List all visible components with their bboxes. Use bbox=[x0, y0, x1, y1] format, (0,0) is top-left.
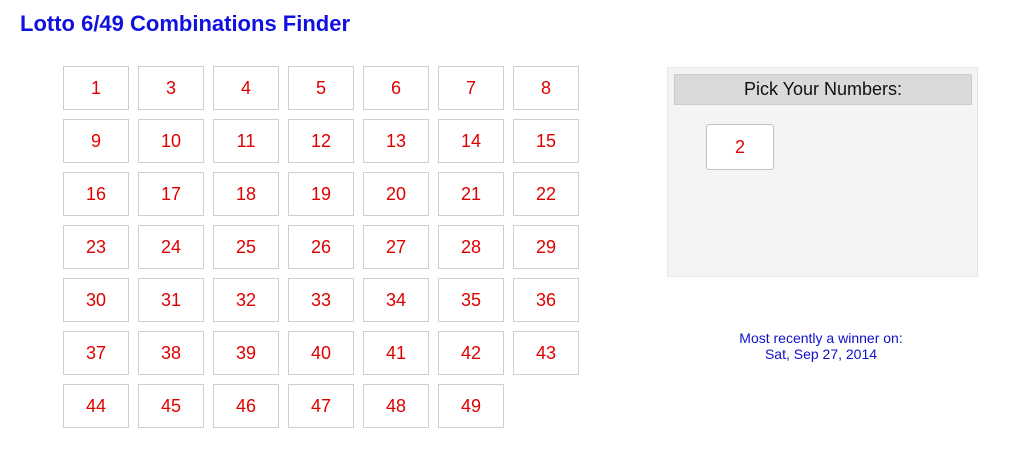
number-cell-47[interactable]: 47 bbox=[288, 384, 354, 428]
number-cell-46[interactable]: 46 bbox=[213, 384, 279, 428]
number-cell-45[interactable]: 45 bbox=[138, 384, 204, 428]
number-cell-26[interactable]: 26 bbox=[288, 225, 354, 269]
number-cell-32[interactable]: 32 bbox=[213, 278, 279, 322]
number-cell-39[interactable]: 39 bbox=[213, 331, 279, 375]
number-cell-17[interactable]: 17 bbox=[138, 172, 204, 216]
winner-info-label: Most recently a winner on: bbox=[739, 330, 903, 346]
number-cell-13[interactable]: 13 bbox=[363, 119, 429, 163]
number-cell-44[interactable]: 44 bbox=[63, 384, 129, 428]
number-cell-41[interactable]: 41 bbox=[363, 331, 429, 375]
number-cell-16[interactable]: 16 bbox=[63, 172, 129, 216]
number-cell-12[interactable]: 12 bbox=[288, 119, 354, 163]
number-cell-5[interactable]: 5 bbox=[288, 66, 354, 110]
number-cell-24[interactable]: 24 bbox=[138, 225, 204, 269]
number-cell-23[interactable]: 23 bbox=[63, 225, 129, 269]
number-cell-19[interactable]: 19 bbox=[288, 172, 354, 216]
number-cell-11[interactable]: 11 bbox=[213, 119, 279, 163]
number-cell-30[interactable]: 30 bbox=[63, 278, 129, 322]
number-cell-27[interactable]: 27 bbox=[363, 225, 429, 269]
number-cell-22[interactable]: 22 bbox=[513, 172, 579, 216]
number-cell-3[interactable]: 3 bbox=[138, 66, 204, 110]
number-cell-8[interactable]: 8 bbox=[513, 66, 579, 110]
number-cell-21[interactable]: 21 bbox=[438, 172, 504, 216]
number-grid: 1 3 4 5 6 7 8 9 10 11 12 13 14 15 16 17 18 19 20 21 22 23 24 25… bbox=[63, 66, 583, 428]
number-cell-1[interactable]: 1 bbox=[63, 66, 129, 110]
number-cell-15[interactable]: 15 bbox=[513, 119, 579, 163]
number-cell-14[interactable]: 14 bbox=[438, 119, 504, 163]
number-cell-31[interactable]: 31 bbox=[138, 278, 204, 322]
number-cell-40[interactable]: 40 bbox=[288, 331, 354, 375]
winner-info-date: Sat, Sep 27, 2014 bbox=[764, 346, 878, 362]
number-cell-36[interactable]: 36 bbox=[513, 278, 579, 322]
winner-info: Most recently a winner on: Sat, Sep 27, … bbox=[668, 330, 974, 362]
picked-number-1[interactable]: 2 bbox=[706, 124, 774, 170]
number-cell-18[interactable]: 18 bbox=[213, 172, 279, 216]
page-title: Lotto 6/49 Combinations Finder bbox=[20, 11, 351, 36]
number-cell-10[interactable]: 10 bbox=[138, 119, 204, 163]
number-cell-34[interactable]: 34 bbox=[363, 278, 429, 322]
number-cell-28[interactable]: 28 bbox=[438, 225, 504, 269]
number-cell-35[interactable]: 35 bbox=[438, 278, 504, 322]
number-cell-38[interactable]: 38 bbox=[138, 331, 204, 375]
number-cell-37[interactable]: 37 bbox=[63, 331, 129, 375]
number-cell-29[interactable]: 29 bbox=[513, 225, 579, 269]
number-cell-6[interactable]: 6 bbox=[363, 66, 429, 110]
number-cell-49[interactable]: 49 bbox=[438, 384, 504, 428]
number-cell-33[interactable]: 33 bbox=[288, 278, 354, 322]
number-cell-42[interactable]: 42 bbox=[438, 331, 504, 375]
pick-numbers-panel: Pick Your Numbers: 2 bbox=[667, 67, 978, 277]
number-cell-25[interactable]: 25 bbox=[213, 225, 279, 269]
number-cell-43[interactable]: 43 bbox=[513, 331, 579, 375]
number-cell-9[interactable]: 9 bbox=[63, 119, 129, 163]
number-cell-48[interactable]: 48 bbox=[363, 384, 429, 428]
number-cell-4[interactable]: 4 bbox=[213, 66, 279, 110]
number-cell-20[interactable]: 20 bbox=[363, 172, 429, 216]
pick-numbers-heading: Pick Your Numbers: bbox=[674, 74, 972, 105]
number-cell-7[interactable]: 7 bbox=[438, 66, 504, 110]
